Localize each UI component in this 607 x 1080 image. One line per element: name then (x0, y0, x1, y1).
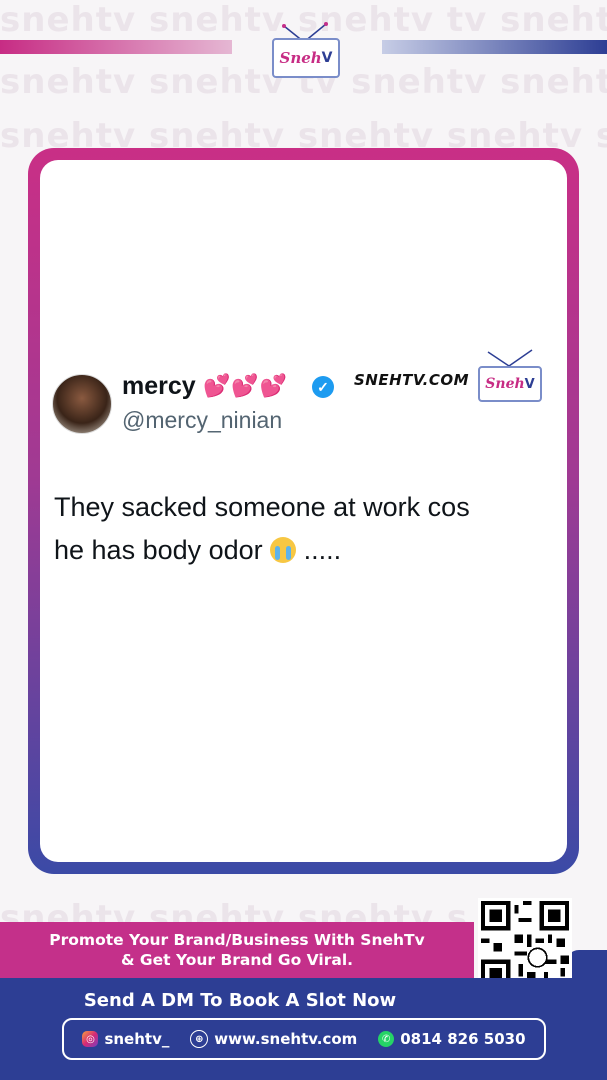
logo-text: Sneh (279, 49, 322, 67)
tv-glyph-icon: V (524, 376, 535, 392)
promo-line-2: & Get Your Brand Go Viral. (120, 951, 354, 969)
tv-glyph-icon: V (321, 50, 333, 66)
instagram-handle: snehtv_ (104, 1030, 170, 1048)
whatsapp-link[interactable]: ✆ 0814 826 5030 (378, 1030, 526, 1048)
tweet-handle[interactable]: @mercy_ninian (122, 407, 282, 434)
top-accent-bar-blue (382, 40, 607, 54)
tweet-card-frame: mercy 💕💕💕 ✓ @mercy_ninian SNEHTV.COM Sne… (28, 148, 579, 874)
tweet-text-line: he has body odor ..... (54, 529, 544, 572)
website-url: www.snehtv.com (214, 1030, 358, 1048)
globe-icon: ⊕ (190, 1030, 209, 1048)
logo-screen: Sneh V (478, 366, 542, 402)
book-slot-cta: Send A DM To Book A Slot Now (83, 990, 397, 1011)
qr-code-icon (481, 901, 569, 989)
tweet-text-line: They sacked someone at work cos (54, 492, 470, 522)
tweet-card: mercy 💕💕💕 ✓ @mercy_ninian SNEHTV.COM Sne… (40, 160, 567, 862)
heart-emoji-icon: 💕💕💕 (203, 373, 289, 398)
site-watermark-label: SNEHTV.COM (354, 371, 470, 389)
whatsapp-icon: ✆ (378, 1031, 395, 1047)
avatar[interactable] (52, 374, 112, 434)
loudly-crying-face-icon (270, 537, 297, 563)
promo-banner: Promote Your Brand/Business With SnehTv … (0, 922, 474, 978)
instagram-icon: ◎ (82, 1031, 99, 1047)
logo-text: Sneh (485, 376, 525, 392)
tweet-text-ellipsis: ..... (296, 535, 342, 565)
snehtv-logo-small: Sneh V (476, 348, 542, 402)
promo-line-1: Promote Your Brand/Business With SnehTv (49, 931, 425, 949)
contact-bar: ◎ snehtv_ ⊕ www.snehtv.com ✆ 0814 826 50… (62, 1018, 546, 1060)
tweet-display-name[interactable]: mercy (122, 372, 196, 401)
website-link[interactable]: ⊕ www.snehtv.com (190, 1030, 357, 1048)
instagram-link[interactable]: ◎ snehtv_ (82, 1030, 169, 1048)
contact-footer: Send A DM To Book A Slot Now ◎ snehtv_ ⊕… (0, 978, 607, 1080)
whatsapp-number: 0814 826 5030 (400, 1030, 526, 1048)
verified-badge-icon: ✓ (312, 376, 334, 398)
top-accent-bar-pink (0, 40, 232, 54)
tweet-text-segment: he has body odor (54, 535, 271, 565)
antenna-icon (487, 349, 533, 367)
snehtv-logo: Sneh V (270, 22, 340, 78)
logo-screen: Sneh V (272, 38, 340, 78)
tweet-text: They sacked someone at work cos he has b… (54, 486, 544, 572)
